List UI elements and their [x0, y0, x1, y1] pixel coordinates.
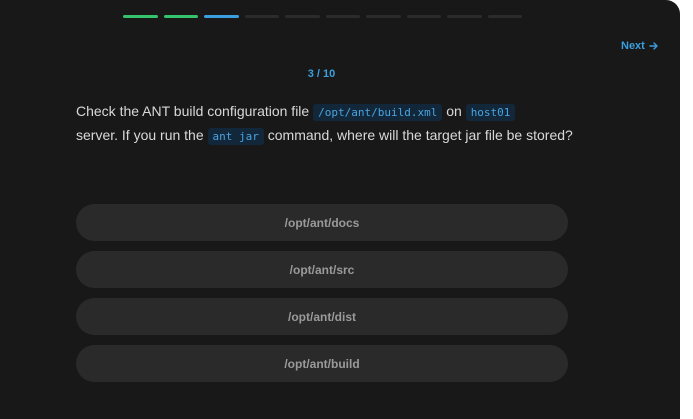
progress-step-2	[163, 15, 198, 18]
next-button[interactable]: Next	[621, 40, 659, 52]
question-counter: 3 / 10	[307, 68, 336, 80]
progress-step-4	[244, 15, 279, 18]
progress-bar	[123, 15, 522, 18]
progress-step-5	[285, 15, 320, 18]
arrow-right-icon	[649, 42, 658, 50]
answer-option-3[interactable]: /opt/ant/dist	[76, 298, 568, 335]
question-text-part: on	[442, 103, 466, 119]
code-snippet-command: ant jar	[207, 128, 264, 145]
answer-options: /opt/ant/docs /opt/ant/src /opt/ant/dist…	[76, 204, 568, 392]
progress-step-9	[447, 15, 482, 18]
progress-step-3	[204, 15, 239, 18]
progress-step-7	[366, 15, 401, 18]
progress-step-8	[406, 15, 441, 18]
answer-option-4[interactable]: /opt/ant/build	[76, 345, 568, 382]
question-text: Check the ANT build configuration file /…	[76, 100, 576, 148]
question-text-part: command, where will the target jar file …	[263, 127, 573, 143]
progress-step-1	[123, 15, 158, 18]
question-text-part: server. If you run the	[76, 127, 208, 143]
code-snippet-file: /opt/ant/build.xml	[313, 104, 443, 121]
answer-option-1[interactable]: /opt/ant/docs	[76, 204, 568, 241]
next-button-label: Next	[621, 40, 645, 52]
progress-step-6	[325, 15, 360, 18]
question-text-part: Check the ANT build configuration file	[76, 103, 314, 119]
answer-option-2[interactable]: /opt/ant/src	[76, 251, 568, 288]
code-snippet-host: host01	[465, 104, 516, 121]
progress-step-10	[487, 15, 522, 18]
quiz-panel: Next 3 / 10 Check the ANT build configur…	[0, 0, 680, 419]
